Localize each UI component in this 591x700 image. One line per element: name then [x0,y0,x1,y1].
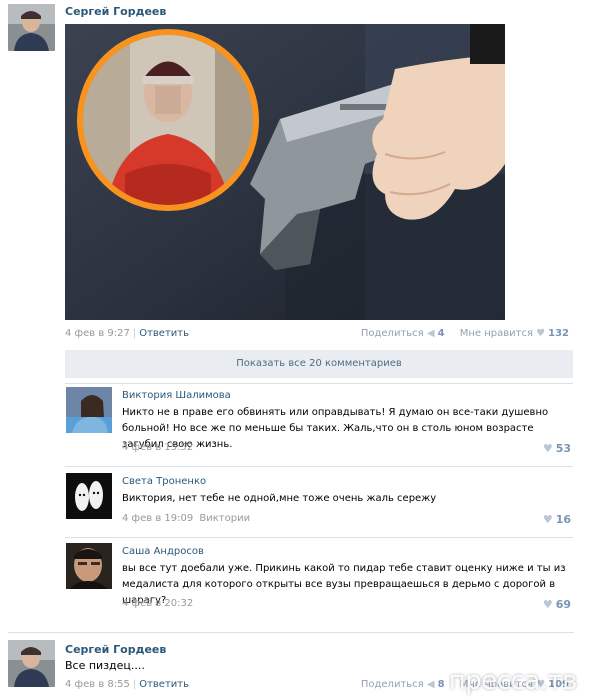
comment-like-button[interactable]: ♥ 53 [543,442,571,455]
comment-date: 4 фев в 15:52 [122,442,193,453]
commenter-name[interactable]: Виктория Шалимова [122,390,231,401]
comment-like-count: 53 [555,442,571,455]
commenter-name[interactable]: Саша Андросов [122,546,204,557]
share-button[interactable]: Поделиться ◀ 8 [361,679,445,690]
comment-like-count: 69 [555,598,571,611]
commenter-avatar[interactable] [66,473,112,519]
author-avatar[interactable] [8,640,55,687]
comment-date-link[interactable]: 4 фев в 20:32 [122,598,193,609]
post-date[interactable]: 4 фев в 8:55 [65,679,130,690]
comment-like-button[interactable]: ♥ 69 [543,598,571,611]
comment-date-link[interactable]: 4 фев в 19:09 [122,513,193,524]
heart-icon: ♥ [536,328,546,339]
share-button[interactable]: Поделиться ◀ 4 [361,328,445,339]
author-name[interactable]: Сергей Гордеев [65,5,166,18]
post-1: Сергей Гордеев 4 фев в 9:27 | Ответить П… [0,0,591,345]
megaphone-icon: ◀ [426,679,435,690]
megaphone-icon: ◀ [426,328,435,339]
heart-icon: ♥ [542,598,553,611]
site-watermark: пресса.тв [448,666,578,696]
author-avatar[interactable] [8,4,55,51]
commenter-avatar[interactable] [66,543,112,589]
heart-icon: ♥ [542,513,553,526]
comment-text: Виктория, нет тебе не одной,мне тоже оче… [122,493,437,504]
commenter-avatar[interactable] [66,387,112,433]
share-count: 8 [437,679,445,690]
comment: Виктория Шалимова Никто не в праве его о… [65,383,573,463]
show-all-comments-button[interactable]: Показать все 20 комментариев [65,350,573,378]
comment-date-link[interactable]: 4 фев в 15:52 [122,442,193,453]
post-text: Все пиздец.... [65,659,145,672]
like-count: 132 [548,328,569,339]
share-label: Поделиться [360,679,424,690]
post-meta: 4 фев в 8:55 | Ответить [65,679,190,690]
post-meta: 4 фев в 9:27 | Ответить [65,328,190,339]
reply-link[interactable]: Ответить [139,328,189,339]
comment: Света Троненко Виктория, нет тебе не одн… [65,466,573,534]
comment-date: 4 фев в 19:09 Виктории [122,513,250,524]
like-button[interactable]: Мне нравится ♥ 132 [460,328,569,339]
author-name[interactable]: Сергей Гордеев [65,643,166,656]
commenter-name[interactable]: Света Троненко [122,476,206,487]
comment-date: 4 фев в 20:32 [122,598,193,609]
comment-like-button[interactable]: ♥ 16 [543,513,571,526]
share-label: Поделиться [360,328,424,339]
post-divider [8,632,574,633]
post-actions: Поделиться ◀ 4 Мне нравится ♥ 132 [361,328,569,339]
reply-link[interactable]: Ответить [139,679,189,690]
reply-to-link[interactable]: Виктории [199,513,250,524]
post-date[interactable]: 4 фев в 9:27 [65,328,130,339]
like-label: Мне нравится [459,328,533,339]
comment: Саша Андросов вы все тут доебали уже. Пр… [65,537,573,617]
share-count: 4 [437,328,445,339]
comment-like-count: 16 [555,513,571,526]
heart-icon: ♥ [542,442,553,455]
post-photo[interactable] [65,24,505,320]
